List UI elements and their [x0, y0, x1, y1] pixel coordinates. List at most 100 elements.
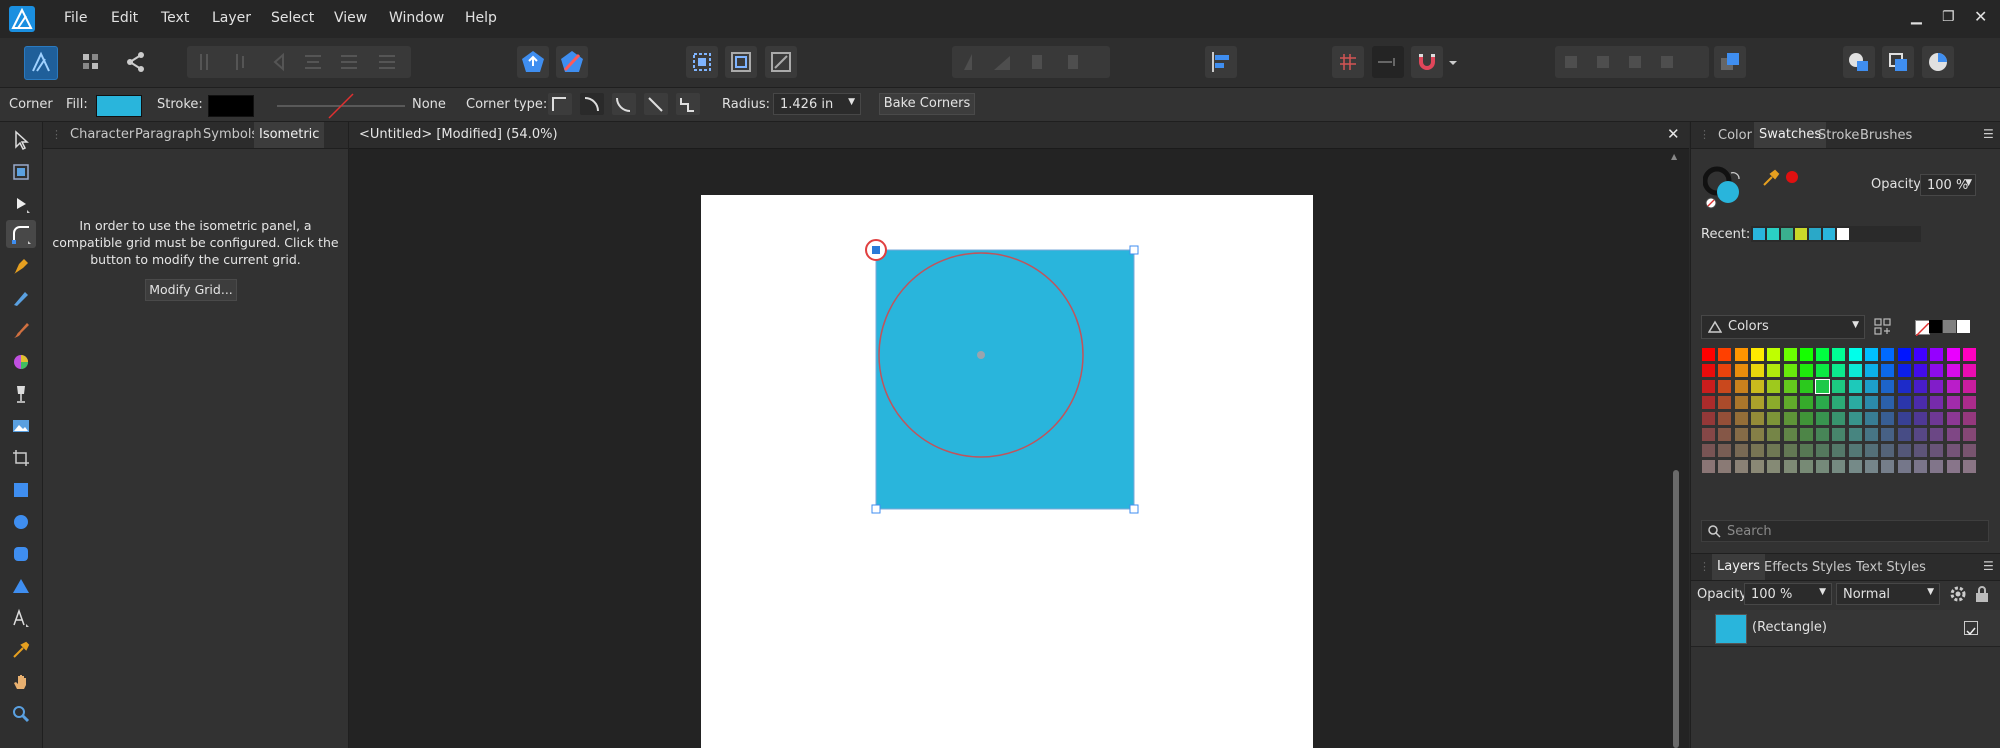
palette-swatch[interactable]: [1702, 380, 1715, 393]
palette-swatch[interactable]: [1897, 428, 1911, 441]
move-tool[interactable]: [6, 126, 36, 154]
menu-view[interactable]: View: [334, 10, 367, 26]
bake-corners-button[interactable]: Bake Corners: [879, 93, 975, 115]
zoom-tool[interactable]: [6, 700, 36, 728]
palette-swatch[interactable]: [1897, 412, 1911, 425]
corner-rounded-button[interactable]: [580, 93, 604, 115]
palette-swatch[interactable]: [1913, 412, 1927, 425]
palette-swatch[interactable]: [1783, 396, 1797, 409]
grip-icon[interactable]: ⋮: [1699, 560, 1710, 573]
pixel-persona-button[interactable]: [75, 46, 107, 78]
palette-swatch[interactable]: [1816, 364, 1830, 377]
layer-row-rectangle[interactable]: (Rectangle): [1691, 610, 2000, 647]
palette-swatch[interactable]: [1783, 364, 1797, 377]
tab-layers[interactable]: Layers: [1712, 554, 1766, 580]
active-corner-handle[interactable]: [872, 246, 880, 254]
palette-swatch[interactable]: [1702, 460, 1715, 473]
boolean-subtract-button[interactable]: [1882, 46, 1914, 78]
palette-swatch[interactable]: [1962, 364, 1976, 377]
recent-swatch[interactable]: [1795, 228, 1807, 240]
panel-menu-icon[interactable]: ☰: [1983, 559, 1994, 573]
tab-brushes[interactable]: Brushes: [1860, 128, 1912, 143]
guides-button[interactable]: [1372, 46, 1404, 78]
palette-swatch[interactable]: [1930, 380, 1944, 393]
eyedropper-icon[interactable]: [1761, 168, 1781, 188]
palette-swatch[interactable]: [1750, 460, 1764, 473]
palette-swatch[interactable]: [1848, 428, 1862, 441]
artboard-tool[interactable]: [6, 158, 36, 186]
palette-swatch[interactable]: [1832, 460, 1846, 473]
palette-swatch[interactable]: [1897, 348, 1911, 361]
palette-swatch[interactable]: [1897, 444, 1911, 457]
palette-swatch[interactable]: [1881, 364, 1895, 377]
palette-swatch[interactable]: [1848, 380, 1862, 393]
palette-swatch[interactable]: [1783, 460, 1797, 473]
swatch-gray[interactable]: [1943, 320, 1956, 333]
grip-icon[interactable]: ⋮: [1699, 128, 1710, 141]
fill-stroke-wells[interactable]: [1703, 165, 1753, 209]
palette-swatch[interactable]: [1930, 396, 1944, 409]
palette-swatch[interactable]: [1718, 396, 1732, 409]
palette-swatch[interactable]: [1750, 348, 1764, 361]
palette-swatch[interactable]: [1799, 348, 1813, 361]
palette-swatch[interactable]: [1881, 348, 1895, 361]
palette-swatch[interactable]: [1702, 428, 1715, 441]
corner-chamfer-button[interactable]: [644, 93, 668, 115]
swatch-white[interactable]: [1957, 320, 1970, 333]
pen-tool[interactable]: [6, 252, 36, 280]
palette-swatch[interactable]: [1848, 348, 1862, 361]
menu-help[interactable]: Help: [465, 10, 497, 26]
document-tab[interactable]: <Untitled> [Modified] (54.0%) ✕: [349, 122, 1689, 149]
palette-swatch[interactable]: [1750, 428, 1764, 441]
lock-icon[interactable]: [1974, 585, 1990, 603]
corner-handle-bottom-right[interactable]: [1129, 504, 1139, 514]
palette-swatch[interactable]: [1702, 412, 1715, 425]
palette-swatch[interactable]: [1734, 428, 1748, 441]
palette-swatch[interactable]: [1962, 412, 1976, 425]
corner-handle-bottom-left[interactable]: [871, 504, 881, 514]
swatch-black[interactable]: [1929, 320, 1942, 333]
grip-icon[interactable]: ⋮: [51, 128, 62, 141]
palette-swatch[interactable]: [1767, 364, 1781, 377]
palette-swatch[interactable]: [1865, 428, 1878, 441]
palette-swatch[interactable]: [1750, 412, 1764, 425]
rectangle-tool[interactable]: [6, 476, 36, 504]
palette-swatch[interactable]: [1962, 428, 1976, 441]
palette-swatch[interactable]: [1702, 348, 1715, 361]
snapping-dropdown[interactable]: [1447, 46, 1459, 78]
modify-grid-button[interactable]: Modify Grid...: [145, 279, 237, 301]
palette-swatch[interactable]: [1718, 380, 1732, 393]
tab-text-styles[interactable]: Text Styles: [1856, 560, 1926, 575]
palette-swatch[interactable]: [1913, 396, 1927, 409]
palette-swatch[interactable]: [1946, 348, 1960, 361]
recent-swatch[interactable]: [1809, 228, 1821, 240]
palette-swatch[interactable]: [1750, 364, 1764, 377]
grid-button[interactable]: [1332, 46, 1364, 78]
tab-paragraph[interactable]: Paragraph: [135, 127, 202, 142]
palette-swatch[interactable]: [1832, 364, 1846, 377]
text-tool[interactable]: [6, 604, 36, 632]
palette-swatch[interactable]: [1799, 412, 1813, 425]
export-persona-button[interactable]: [120, 46, 152, 78]
palette-swatch[interactable]: [1783, 348, 1797, 361]
palette-swatch[interactable]: [1718, 412, 1732, 425]
palette-swatch[interactable]: [1962, 348, 1976, 361]
palette-swatch[interactable]: [1930, 364, 1944, 377]
view-tool[interactable]: [6, 668, 36, 696]
swatch-search-input[interactable]: Search: [1701, 520, 1989, 542]
palette-swatch[interactable]: [1750, 444, 1764, 457]
palette-swatch[interactable]: [1865, 444, 1878, 457]
palette-swatch[interactable]: [1865, 460, 1878, 473]
palette-swatch[interactable]: [1734, 396, 1748, 409]
tab-effects[interactable]: Effects: [1764, 560, 1808, 575]
select-bounds-button[interactable]: [686, 46, 718, 78]
palette-swatch[interactable]: [1832, 396, 1846, 409]
tab-color[interactable]: Color: [1718, 128, 1752, 143]
palette-swatch[interactable]: [1832, 348, 1846, 361]
snapping-button[interactable]: [1411, 46, 1443, 78]
close-window-icon[interactable]: ✕: [1974, 7, 1987, 26]
palette-swatch[interactable]: [1897, 380, 1911, 393]
swatch-none[interactable]: [1915, 320, 1930, 337]
palette-swatch[interactable]: [1783, 412, 1797, 425]
palette-swatch[interactable]: [1913, 380, 1927, 393]
